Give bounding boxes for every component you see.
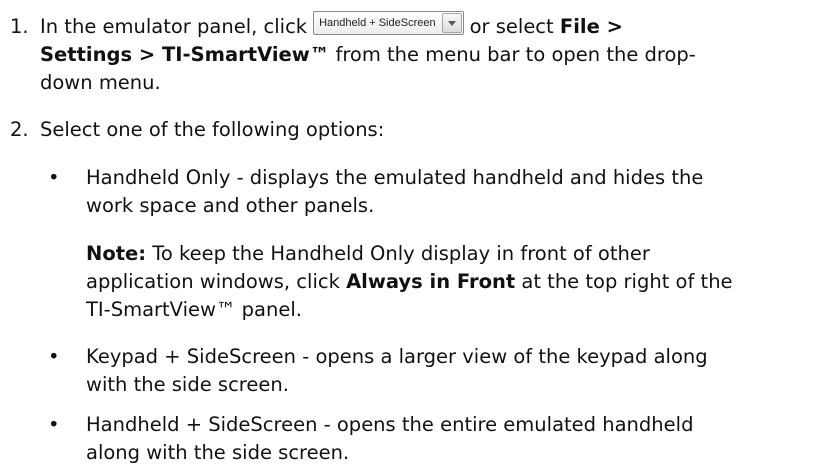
note-line-1-text: To keep the Handheld Only display in fro… [146, 242, 650, 265]
bullet-icon: • [48, 166, 60, 189]
step-2-text: Select one of the following options: [40, 118, 385, 141]
note-line-3: TI-SmartView™ panel. [86, 298, 302, 321]
option-handheld-only-line-2: work space and other panels. [86, 194, 375, 217]
note-label: Note: [86, 242, 147, 265]
chevron-down-icon[interactable] [441, 13, 462, 33]
note-line-2-text-before: application windows, click [86, 270, 347, 293]
option-handheld-sidescreen-line-1: Handheld + SideScreen - opens the entire… [86, 413, 694, 436]
instruction-document: 1. In the emulator panel, click Handheld … [0, 0, 818, 465]
step-1-text-before: In the emulator panel, click [40, 15, 308, 38]
option-handheld-sidescreen-line-2: along with the side screen. [86, 441, 350, 464]
display-mode-dropdown[interactable]: Handheld + SideScreen [313, 11, 464, 35]
step-1-line-2-text: from the menu bar to open the drop- [329, 43, 696, 66]
note-line-1: Note: To keep the Handheld Only display … [86, 240, 650, 268]
step-1-line-2: Settings > TI-SmartView™ from the menu b… [40, 41, 696, 69]
step-1-line-1: In the emulator panel, click Handheld + S… [40, 11, 623, 41]
step-1-number: 1. [10, 15, 29, 38]
step-1-text-after: or select [469, 15, 554, 38]
option-keypad-sidescreen-line-1: Keypad + SideScreen - opens a larger vie… [86, 345, 708, 368]
dropdown-selected-value: Handheld + SideScreen [319, 17, 436, 29]
option-keypad-sidescreen-line-2: with the side screen. [86, 373, 289, 396]
note-line-2: application windows, click Always in Fro… [86, 268, 733, 296]
option-handheld-only-line-1: Handheld Only - displays the emulated ha… [86, 166, 704, 189]
note-line-2-text-after: at the top right of the [515, 270, 733, 293]
bullet-icon: • [48, 345, 60, 368]
menu-path-file: File > [559, 15, 623, 38]
always-in-front-label: Always in Front [346, 270, 516, 293]
menu-path-settings: Settings > TI-SmartView™ [40, 43, 330, 66]
step-1-line-3-text: down menu. [40, 71, 161, 94]
step-2-number: 2. [10, 118, 29, 141]
step-1-line-3: down menu. [40, 69, 161, 97]
bullet-icon: • [48, 413, 60, 436]
